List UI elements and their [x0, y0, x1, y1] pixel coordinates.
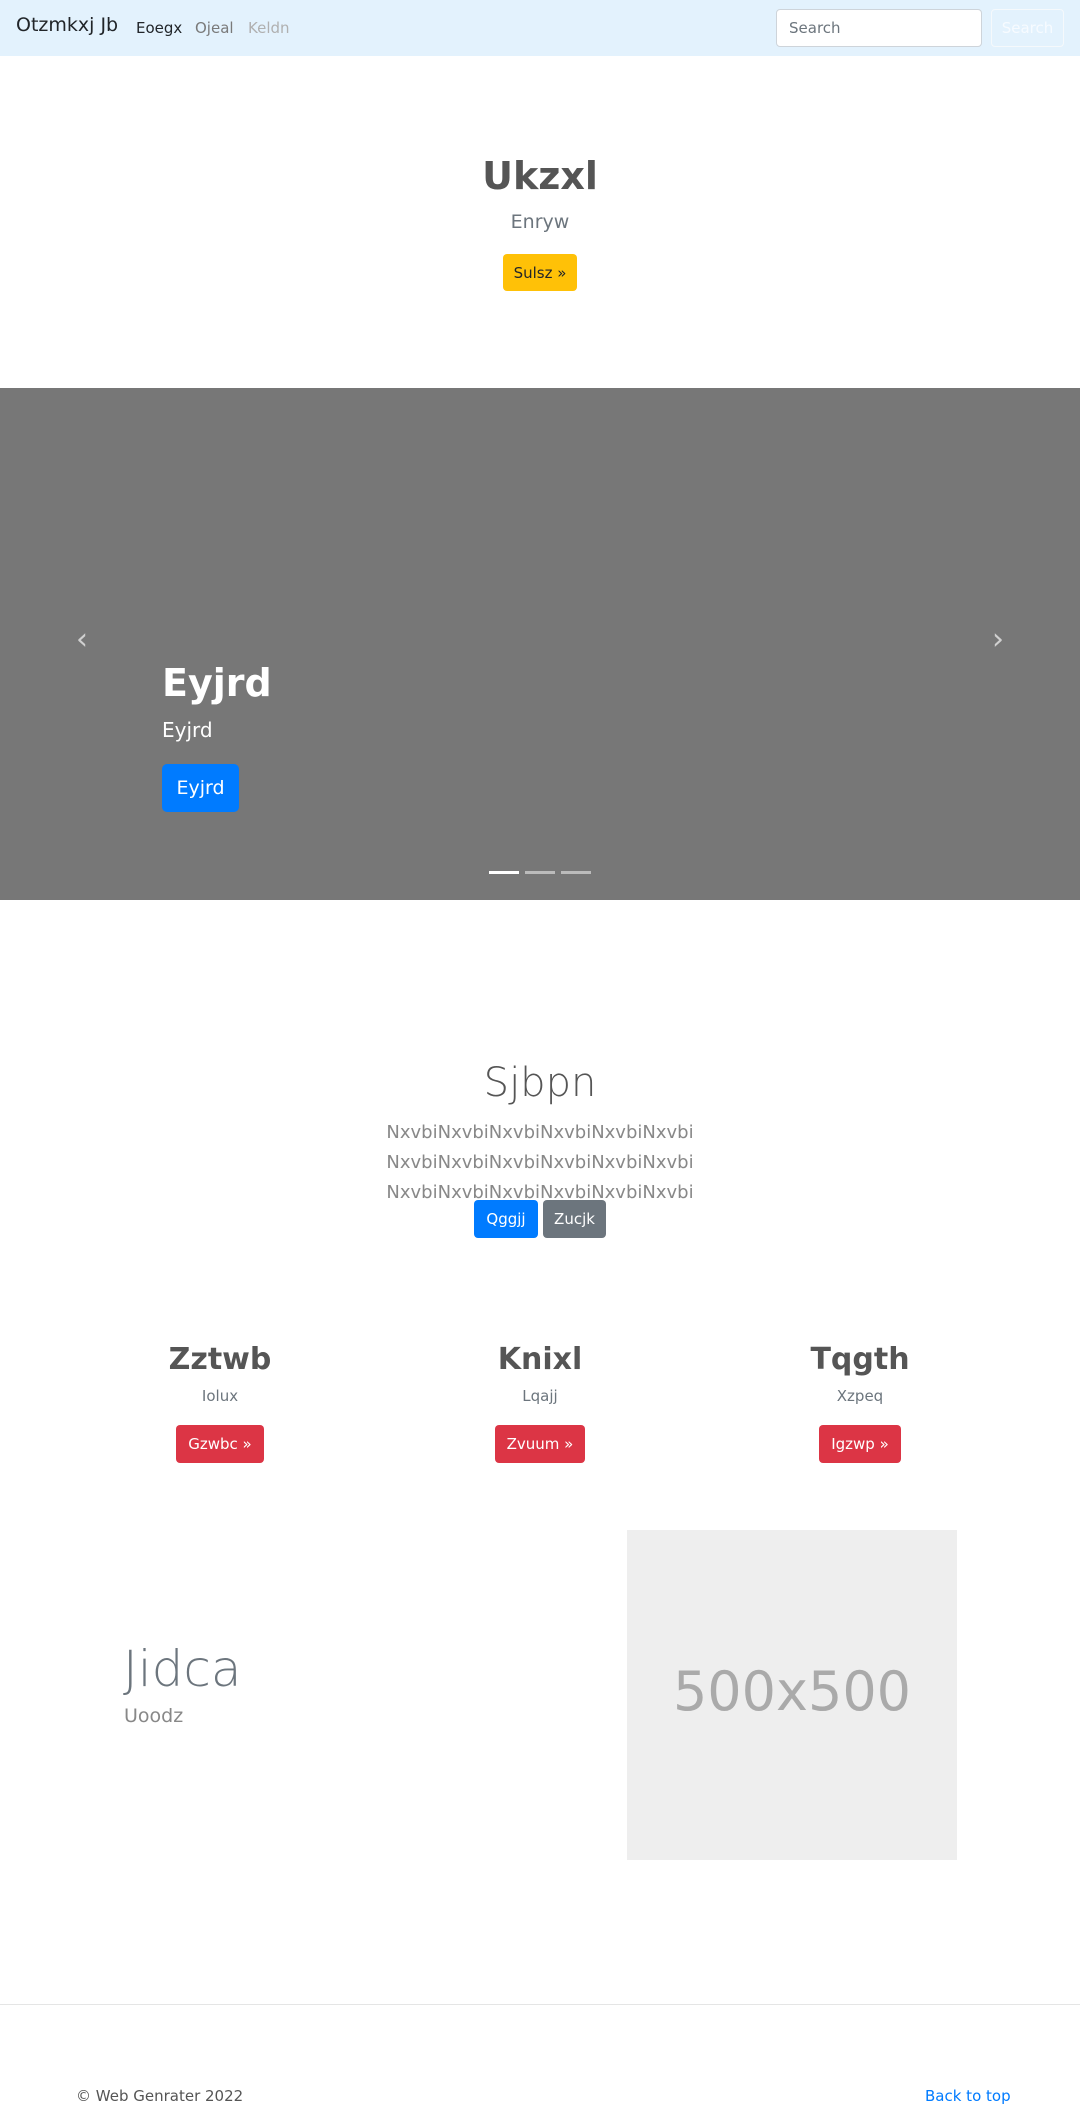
featurette-subtitle: Uoodz	[124, 1705, 184, 1727]
back-to-top-link[interactable]: Back to top	[925, 2087, 1011, 2105]
nav-link-keldn-disabled: Keldn	[248, 19, 290, 37]
search-button[interactable]: Search	[991, 9, 1064, 47]
featurette-title: Jidca	[123, 1640, 242, 1698]
hero-title: Ukzxl	[482, 154, 598, 198]
feature-column: Knixl Lqajj Zvuum »	[380, 1342, 700, 1463]
carousel-indicator-1-active[interactable]	[489, 871, 519, 874]
column-subtitle: Xzpeq	[836, 1387, 884, 1405]
footer-copyright: © Web Genrater 2022	[76, 2087, 244, 2105]
hero-button[interactable]: Sulsz »	[503, 254, 577, 291]
primary-button[interactable]: Qggjj	[474, 1200, 538, 1238]
footer-divider	[0, 2004, 1080, 2005]
carousel-caption-subtitle: Eyjrd	[162, 718, 213, 742]
navbar-brand[interactable]: Otzmkxj Jb	[16, 14, 118, 36]
nav-link-ojeal[interactable]: Ojeal	[195, 19, 234, 37]
carousel-caption-button[interactable]: Eyjrd	[162, 764, 239, 812]
placeholder-image-label: 500x500	[672, 1660, 912, 1723]
feature-column: Zztwb Iolux Gzwbc »	[60, 1342, 380, 1463]
carousel-indicator-3[interactable]	[561, 871, 591, 874]
carousel: ‹ › Eyjrd Eyjrd Eyjrd	[0, 388, 1080, 900]
search-input[interactable]	[776, 9, 982, 47]
column-button[interactable]: Zvuum »	[494, 1425, 586, 1463]
carousel-next-icon[interactable]: ›	[986, 625, 1010, 655]
section-lead-text: NxvbiNxvbiNxvbiNxvbiNxvbiNxvbi NxvbiNxvb…	[386, 1122, 694, 1203]
placeholder-image: 500x500	[627, 1530, 957, 1860]
column-title: Zztwb	[168, 1342, 272, 1377]
column-title: Tqgth	[810, 1342, 910, 1377]
column-subtitle: Lqajj	[522, 1387, 558, 1405]
nav-link-eoegx[interactable]: Eoegx	[136, 19, 182, 37]
carousel-prev-icon[interactable]: ‹	[70, 625, 94, 655]
carousel-caption-title: Eyjrd	[162, 661, 272, 705]
carousel-indicator-2[interactable]	[525, 871, 555, 874]
column-button[interactable]: Gzwbc »	[176, 1425, 264, 1463]
column-title: Knixl	[497, 1342, 583, 1377]
column-button[interactable]: Igzwp »	[819, 1425, 901, 1463]
navbar: Otzmkxj Jb Eoegx Ojeal Keldn Search	[0, 0, 1080, 56]
column-subtitle: Iolux	[201, 1387, 239, 1405]
secondary-button[interactable]: Zucjk	[543, 1200, 606, 1238]
feature-column: Tqgth Xzpeq Igzwp »	[700, 1342, 1020, 1463]
hero-subtitle: Enryw	[510, 211, 570, 233]
section-title: Sjbpn	[483, 1060, 597, 1106]
